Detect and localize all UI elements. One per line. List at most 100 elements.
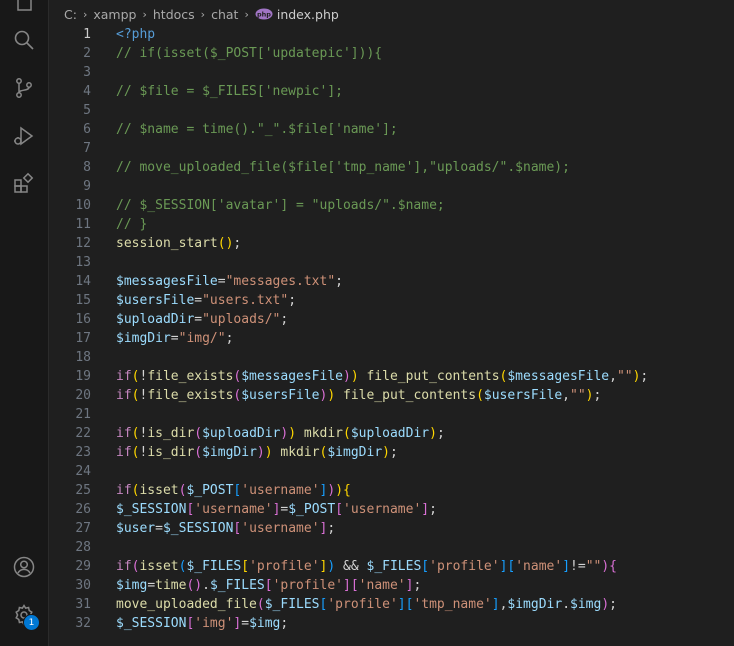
code-text[interactable]: $_SESSION['username']=$_POST['username']… (116, 500, 437, 519)
code-line[interactable]: 19 if(!file_exists($messagesFile)) file_p… (49, 367, 734, 386)
extensions-icon[interactable] (10, 170, 38, 198)
code-line[interactable]: 32 $_SESSION['img']=$img; (49, 614, 734, 633)
code-token: ] (491, 597, 500, 612)
code-line[interactable]: 14 $messagesFile="messages.txt"; (49, 272, 734, 291)
code-text[interactable]: $user=$_SESSION['username']; (116, 519, 335, 538)
code-line[interactable]: 1 <?php (49, 25, 734, 44)
breadcrumb-item-drive[interactable]: C: (64, 7, 77, 22)
code-line[interactable]: 20 if(!file_exists($usersFile)) file_put_… (49, 386, 734, 405)
code-line[interactable]: 27 $user=$_SESSION['username']; (49, 519, 734, 538)
code-text[interactable]: // move_uploaded_file($file['tmp_name'],… (116, 158, 570, 177)
chevron-right-icon: › (200, 7, 206, 21)
code-line[interactable]: 9 (49, 177, 734, 196)
settings-badge: 1 (23, 614, 40, 631)
code-line[interactable]: 10 // $_SESSION['avatar'] = "uploads/".$n… (49, 196, 734, 215)
code-token: file_exists (147, 388, 234, 403)
code-token: 'username' (241, 521, 320, 536)
code-text[interactable]: if(!file_exists($messagesFile)) file_put… (116, 367, 648, 386)
code-text[interactable]: // } (116, 215, 147, 234)
code-text[interactable]: $img=time().$_FILES['profile']['name']; (116, 576, 421, 595)
code-line[interactable]: 4 // $file = $_FILES['newpic']; (49, 82, 734, 101)
run-debug-icon[interactable] (10, 122, 38, 150)
code-text[interactable]: <?php (116, 25, 155, 44)
code-token: ; (288, 293, 297, 308)
code-token: ) (327, 388, 336, 403)
code-line[interactable]: 5 (49, 101, 734, 120)
code-text[interactable]: if(!is_dir($uploadDir)) mkdir($uploadDir… (116, 424, 445, 443)
code-line[interactable]: 26 $_SESSION['username']=$_POST['username… (49, 500, 734, 519)
code-token: ( (194, 445, 203, 460)
code-line[interactable]: 7 (49, 139, 734, 158)
code-line[interactable]: 28 (49, 538, 734, 557)
code-text[interactable]: $_SESSION['img']=$img; (116, 614, 288, 633)
code-line[interactable]: 22 if(!is_dir($uploadDir)) mkdir($uploadD… (49, 424, 734, 443)
code-text[interactable]: move_uploaded_file($_FILES['profile']['t… (116, 595, 617, 614)
chevron-right-icon: › (142, 7, 147, 21)
code-line[interactable]: 8 // move_uploaded_file($file['tmp_name']… (49, 158, 734, 177)
code-line[interactable]: 6 // $name = time()."_".$file['name']; (49, 120, 734, 139)
code-line[interactable]: 12 session_start(); (49, 234, 734, 253)
code-token: // $_SESSION['avatar'] = "uploads/".$nam… (116, 198, 445, 213)
code-line[interactable]: 17 $imgDir="img/"; (49, 329, 734, 348)
code-token: 'profile' (249, 559, 320, 574)
code-token: ) (350, 369, 359, 384)
code-line[interactable]: 18 (49, 348, 734, 367)
code-line[interactable]: 13 (49, 253, 734, 272)
code-line[interactable]: 23 if(!is_dir($imgDir)) mkdir($imgDir); (49, 443, 734, 462)
code-token: isset (139, 483, 179, 498)
settings-gear-icon[interactable]: 1 (10, 601, 40, 631)
code-token: file_exists (147, 369, 234, 384)
breadcrumb-item-htdocs[interactable]: htdocs (153, 7, 195, 22)
code-token: ) (288, 426, 297, 441)
code-token: time (155, 578, 187, 593)
line-number: 10 (75, 198, 91, 213)
code-text[interactable]: $messagesFile="messages.txt"; (116, 272, 343, 291)
line-number: 28 (75, 540, 91, 555)
breadcrumb-item-chat[interactable]: chat (211, 7, 238, 22)
code-token: { (343, 483, 351, 498)
breadcrumb-item-xampp[interactable]: xampp (93, 7, 136, 22)
code-token: ) (429, 426, 437, 441)
code-token: ) (382, 445, 390, 460)
code-token: [ (241, 559, 250, 574)
line-number: 26 (75, 502, 91, 517)
code-editor[interactable]: 1 <?php 2 // if(isset($_POST['updatepic']))… (49, 25, 734, 646)
code-line[interactable]: 15 $usersFile="users.txt"; (49, 291, 734, 310)
code-line[interactable]: 16 $uploadDir="uploads/"; (49, 310, 734, 329)
code-token: mkdir (280, 445, 320, 460)
code-text[interactable]: $imgDir="img/"; (116, 329, 233, 348)
code-token: ) (601, 597, 610, 612)
code-text[interactable]: session_start(); (116, 234, 241, 253)
code-line[interactable]: 24 (49, 462, 734, 481)
files-icon[interactable] (10, 0, 38, 16)
code-line[interactable]: 21 (49, 405, 734, 424)
code-line[interactable]: 3 (49, 63, 734, 82)
code-text[interactable]: // $name = time()."_".$file['name']; (116, 120, 398, 139)
code-text[interactable]: // $file = $_FILES['newpic']; (116, 82, 343, 101)
breadcrumb-item-file[interactable]: index.php (277, 7, 339, 22)
code-line[interactable]: 31 move_uploaded_file($_FILES['profile'][… (49, 595, 734, 614)
code-text[interactable]: $usersFile="users.txt"; (116, 291, 296, 310)
code-line[interactable]: 2 // if(isset($_POST['updatepic'])){ (49, 44, 734, 63)
code-line[interactable]: 11 // } (49, 215, 734, 234)
code-token: $usersFile (241, 388, 320, 403)
code-line[interactable]: 25 if(isset($_POST['username'])){ (49, 481, 734, 500)
code-text[interactable]: if(!is_dir($imgDir)) mkdir($imgDir); (116, 443, 398, 462)
code-token: ] (343, 578, 351, 593)
code-token: 'name' (358, 578, 406, 593)
code-token: $img (116, 578, 148, 593)
code-text[interactable]: $uploadDir="uploads/"; (116, 310, 288, 329)
code-text[interactable]: // $_SESSION['avatar'] = "uploads/".$nam… (116, 196, 445, 215)
code-text[interactable]: if(isset($_FILES['profile']) && $_FILES[… (116, 557, 617, 576)
code-text[interactable]: if(!file_exists($usersFile)) file_put_co… (116, 386, 601, 405)
code-token: ; (609, 597, 617, 612)
search-icon[interactable] (10, 26, 38, 54)
line-number: 1 (83, 27, 91, 42)
code-text[interactable]: if(isset($_POST['username'])){ (116, 481, 351, 500)
code-text[interactable]: // if(isset($_POST['updatepic'])){ (116, 44, 382, 63)
account-icon[interactable] (10, 553, 38, 581)
source-control-icon[interactable] (10, 74, 38, 102)
code-token: $usersFile (483, 388, 563, 403)
code-line[interactable]: 29 if(isset($_FILES['profile']) && $_FILE… (49, 557, 734, 576)
code-line[interactable]: 30 $img=time().$_FILES['profile']['name']… (49, 576, 734, 595)
